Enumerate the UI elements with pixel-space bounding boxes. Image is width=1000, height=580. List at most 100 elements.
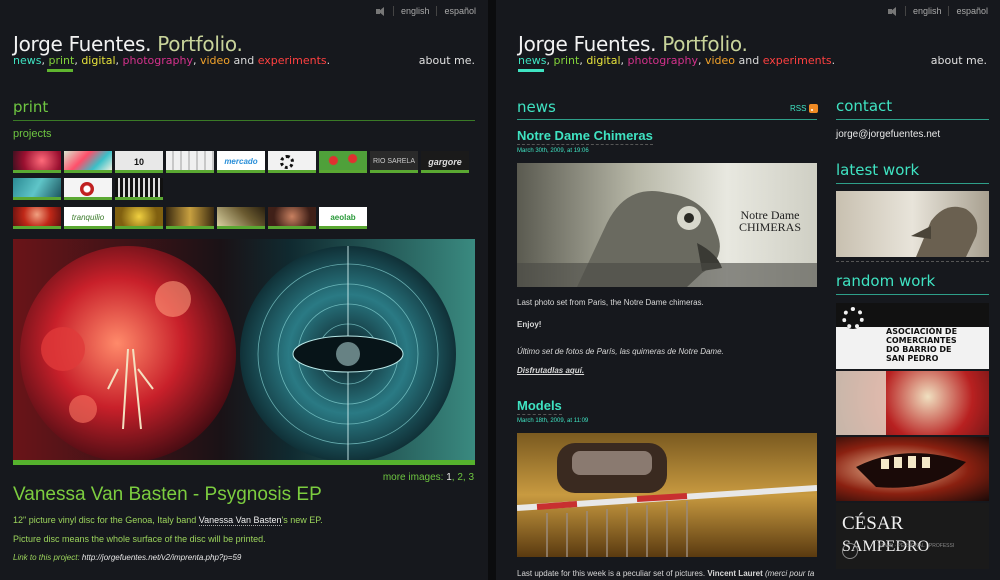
nav-digital[interactable]: digital: [81, 54, 115, 67]
post-text-line: Last update for this week is a peculiar …: [517, 569, 708, 578]
nav-period: .: [831, 54, 836, 67]
site-title-name: Jorge Fuentes.: [13, 32, 152, 56]
image-caption-line: CHIMERAS: [739, 220, 802, 234]
image-page-2[interactable]: 2: [457, 472, 463, 483]
lang-english-link[interactable]: english: [401, 6, 430, 16]
site-title[interactable]: Jorge Fuentes. Portfolio.: [13, 32, 243, 56]
random-work-item[interactable]: [836, 371, 989, 435]
post-text: Último set de fotos de París, las quimer…: [517, 347, 724, 356]
project-thumb[interactable]: tranquilio: [64, 207, 112, 229]
nav-video[interactable]: video: [200, 54, 230, 67]
project-thumb[interactable]: [166, 207, 214, 229]
cesar-subtext: NEWS · PERSONAL · PROFESSI: [878, 543, 955, 549]
contact-title: contact: [836, 97, 893, 115]
nav-photography[interactable]: photography: [123, 54, 193, 67]
lang-espanol-link[interactable]: español: [956, 6, 988, 16]
random-work-item[interactable]: ASOCIACIÓN DE COMERCIANTES DO BARRIO DE …: [836, 303, 989, 369]
cesar-first: CÉSAR: [842, 513, 904, 534]
divider: [392, 6, 394, 16]
association-line: DO BARRIO DE: [886, 345, 952, 354]
seal-icon: [842, 543, 858, 559]
flower-icon: [842, 307, 864, 329]
image-page-3[interactable]: 3: [468, 472, 474, 483]
project-thumb[interactable]: [13, 178, 61, 200]
model-car-image: [517, 443, 817, 557]
project-thumb[interactable]: [64, 151, 112, 173]
nav-experiments[interactable]: experiments: [258, 54, 327, 67]
speaker-icon[interactable]: [375, 6, 386, 16]
print-page-panel: english español Jorge Fuentes. Portfolio…: [0, 0, 488, 580]
nav-digital[interactable]: digital: [586, 54, 620, 67]
nav-news[interactable]: news: [518, 54, 546, 67]
nav-photography[interactable]: photography: [628, 54, 698, 67]
project-thumb[interactable]: gargore: [421, 151, 469, 173]
project-thumb[interactable]: [64, 178, 112, 200]
project-thumb[interactable]: [115, 207, 163, 229]
project-thumb[interactable]: [13, 207, 61, 229]
nav-active-indicator: [47, 69, 73, 72]
project-thumb[interactable]: [217, 207, 265, 229]
permalink-url[interactable]: http://jorgefuentes.net/v2/imprenta.php?…: [82, 553, 241, 562]
post-link[interactable]: Disfrutadlas aquí.: [517, 366, 584, 375]
project-thumb[interactable]: [166, 151, 214, 173]
rss-label: RSS: [790, 104, 807, 113]
nav-separator: ,: [115, 54, 120, 67]
nav-print[interactable]: print: [553, 54, 579, 67]
project-thumb[interactable]: 10 RAZÓNS: [115, 151, 163, 189]
nav-separator: ,: [620, 54, 625, 67]
nav-separator: ,: [697, 54, 702, 67]
association-line: SAN PEDRO: [886, 354, 939, 363]
project-hero-image[interactable]: [13, 239, 475, 461]
nav-print[interactable]: print: [48, 54, 74, 67]
section-title-print: print: [13, 98, 49, 116]
nav-separator: ,: [546, 54, 550, 67]
lang-english-link[interactable]: english: [913, 6, 942, 16]
project-thumb[interactable]: [268, 207, 316, 229]
description-text: 12" picture vinyl disc for the Genoa, It…: [13, 515, 199, 525]
project-thumb[interactable]: [319, 151, 367, 173]
about-me-link[interactable]: about me.: [419, 54, 475, 67]
project-thumb[interactable]: RIO SARELA: [370, 151, 418, 173]
project-thumb[interactable]: [268, 151, 316, 173]
project-thumb[interactable]: [13, 151, 61, 173]
post-text-bold: Vincent Lauret: [707, 569, 763, 578]
random-work-item[interactable]: CÉSAR SAMPEDRO NEWS · PERSONAL · PROFESS…: [836, 503, 989, 569]
nav-separator: ,: [192, 54, 197, 67]
main-nav: news, print, digital, photography, video…: [518, 54, 835, 67]
nav-video[interactable]: video: [705, 54, 735, 67]
post-title[interactable]: Notre Dame Chimeras: [517, 128, 653, 145]
random-work-item[interactable]: [836, 437, 989, 501]
band-link[interactable]: Vanessa Van Basten: [198, 515, 282, 526]
post-text: Enjoy!: [517, 320, 542, 329]
divider: [948, 6, 950, 16]
image-page-1[interactable]: 1: [446, 472, 452, 483]
post-image[interactable]: Notre Dame CHIMERAS: [517, 163, 817, 287]
speaker-icon[interactable]: [887, 6, 898, 16]
project-thumb[interactable]: aeolab: [319, 207, 367, 229]
about-me-link[interactable]: about me.: [931, 54, 987, 67]
rss-link[interactable]: RSS: [790, 104, 819, 113]
project-thumb[interactable]: mercado: [217, 151, 265, 173]
post-image[interactable]: [517, 433, 817, 557]
association-line: ASOCIACIÓN DE: [886, 327, 958, 336]
latest-work-image[interactable]: [836, 191, 989, 257]
nav-period: .: [326, 54, 331, 67]
section-rule: [836, 183, 989, 184]
association-line: COMERCIANTES: [886, 336, 957, 345]
post-title[interactable]: Models: [517, 398, 562, 415]
contact-email[interactable]: jorge@jorgefuentes.net: [836, 129, 940, 140]
post-text-italic: (merci pour ta: [762, 569, 815, 578]
nav-separator: ,: [74, 54, 78, 67]
language-bar: english español: [887, 6, 988, 16]
project-thumb[interactable]: [115, 178, 163, 200]
description-text: 's new EP.: [281, 515, 323, 525]
nav-experiments[interactable]: experiments: [763, 54, 832, 67]
section-rule: [836, 119, 989, 120]
vinyl-artwork-image: [13, 239, 475, 461]
lang-espanol-link[interactable]: español: [444, 6, 476, 16]
mouth-illustration: [856, 453, 966, 488]
site-title[interactable]: Jorge Fuentes. Portfolio.: [518, 32, 748, 56]
news-page-panel: english español Jorge Fuentes. Portfolio…: [496, 0, 1000, 580]
divider: [836, 261, 989, 262]
nav-news[interactable]: news: [13, 54, 41, 67]
